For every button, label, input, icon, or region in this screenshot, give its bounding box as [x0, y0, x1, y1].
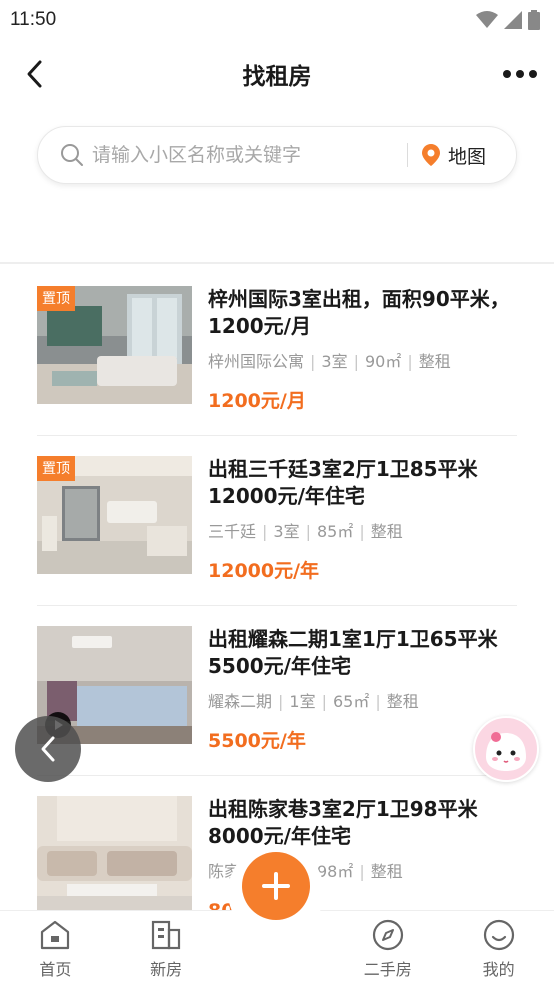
tab-second-hand-label: 二手房: [363, 960, 412, 979]
search-input[interactable]: [92, 144, 393, 166]
search-box: 地图: [37, 126, 517, 184]
tab-new-house-label: 新房: [150, 960, 183, 979]
listing-meta: 耀森二期 | 1室 | 65㎡ | 整租: [208, 692, 419, 711]
listing-area: 85㎡: [316, 522, 354, 541]
tab-add[interactable]: [227, 844, 324, 980]
listing-community: 三千廷: [208, 522, 257, 541]
listing-area: 98㎡: [316, 862, 354, 881]
assistant-avatar-button[interactable]: [473, 716, 539, 782]
listing-info: 出租三千廷3室2厅1卫85平米12000元/年住宅 三千廷 | 3室 | 85㎡ | 整租 …: [208, 456, 517, 583]
listing-community: 梓州国际公寓: [208, 352, 305, 371]
listing-info: 梓州国际3室出租，面积90平米，1200元/月 梓州国际公寓 | 3室 | 90㎡ | 整租…: [208, 286, 517, 413]
tab-new-house[interactable]: 新房: [121, 918, 211, 980]
listing-item[interactable]: 置顶 出租三千廷3室2厅1卫85平米12000元/年住宅 三千廷 | 3室 | 85㎡ |…: [37, 436, 517, 606]
tab-mine-label: 我的: [482, 960, 515, 979]
listing-type: 整租: [386, 692, 419, 711]
page-title: 找租房: [242, 64, 312, 90]
listing-community: 耀森二期: [208, 692, 273, 711]
home-icon: [41, 920, 70, 950]
listing-item[interactable]: 出租耀森二期1室1厅1卫65平米5500元/年住宅 耀森二期 | 1室 | 65㎡ | 整租…: [37, 606, 517, 776]
add-button[interactable]: [241, 852, 310, 920]
map-button[interactable]: 地图: [421, 142, 500, 169]
nav-bar: 找租房: [0, 40, 554, 108]
map-label: 地图: [447, 145, 486, 168]
smile-icon: [483, 919, 514, 951]
status-time: 11:50: [10, 9, 57, 30]
bottom-tab-bar: 首页 新房 二手房 我的: [0, 844, 554, 984]
listing-info: 出租耀森二期1室1厅1卫65平米5500元/年住宅 耀森二期 | 1室 | 65㎡ | 整租…: [208, 626, 517, 753]
building-icon: [152, 920, 181, 950]
listing-type: 整租: [370, 862, 403, 881]
status-icons: [476, 10, 540, 30]
tab-second-hand[interactable]: 二手房: [343, 918, 433, 980]
chevron-left-icon: [41, 736, 55, 762]
listing-rooms: 1室: [289, 692, 316, 711]
listing-price: 12000元/年: [208, 560, 320, 582]
listing-title: 出租耀森二期1室1厅1卫65平米5500元/年住宅: [208, 627, 498, 678]
back-button[interactable]: [14, 54, 54, 94]
plus-icon: [261, 872, 290, 900]
search-area: 地图: [0, 108, 554, 264]
more-button[interactable]: [500, 54, 540, 94]
listing-photo: [37, 796, 192, 914]
listing-photo: 置顶: [37, 286, 192, 404]
listing-title: 出租三千廷3室2厅1卫85平米12000元/年住宅: [208, 457, 478, 508]
listing-price: 5500元/年: [208, 730, 306, 752]
tab-home-label: 首页: [39, 960, 72, 979]
listing-type: 整租: [370, 522, 403, 541]
chevron-left-icon: [27, 60, 42, 88]
tab-home[interactable]: 首页: [10, 918, 100, 980]
listing-type: 整租: [418, 352, 451, 371]
listing-title: 梓州国际3室出租，面积90平米，1200元/月: [208, 287, 510, 338]
location-pin-icon: [421, 144, 440, 166]
listing-area: 65㎡: [332, 692, 370, 711]
listing-title: 出租陈家巷3室2厅1卫98平米8000元/年住宅: [208, 797, 478, 848]
cartoon-face-icon: [476, 719, 536, 779]
listing-rooms: 3室: [273, 522, 300, 541]
listing-item[interactable]: 置顶 梓州国际3室出租，面积90平米，1200元/月 梓州国际公寓 | 3室 | 90㎡…: [37, 264, 517, 436]
listing-area: 90㎡: [364, 352, 402, 371]
search-divider: [406, 143, 408, 167]
search-icon: [61, 144, 83, 166]
floating-back-button[interactable]: [15, 716, 81, 782]
compass-icon: [372, 919, 403, 951]
listing-meta: 梓州国际公寓 | 3室 | 90㎡ | 整租: [208, 352, 451, 371]
pinned-badge: 置顶: [37, 456, 75, 481]
listing-rooms: 3室: [321, 352, 348, 371]
listing-meta: 三千廷 | 3室 | 85㎡ | 整租: [208, 522, 403, 541]
status-bar: 11:50: [0, 0, 554, 40]
battery-icon: [528, 10, 540, 30]
wifi-icon: [476, 11, 498, 28]
pinned-badge: 置顶: [37, 286, 75, 311]
more-dots-icon: [503, 70, 537, 78]
listing-price: 1200元/月: [208, 390, 306, 412]
tab-mine[interactable]: 我的: [454, 918, 544, 980]
listing-photo: 置顶: [37, 456, 192, 574]
signal-icon: [504, 11, 522, 29]
